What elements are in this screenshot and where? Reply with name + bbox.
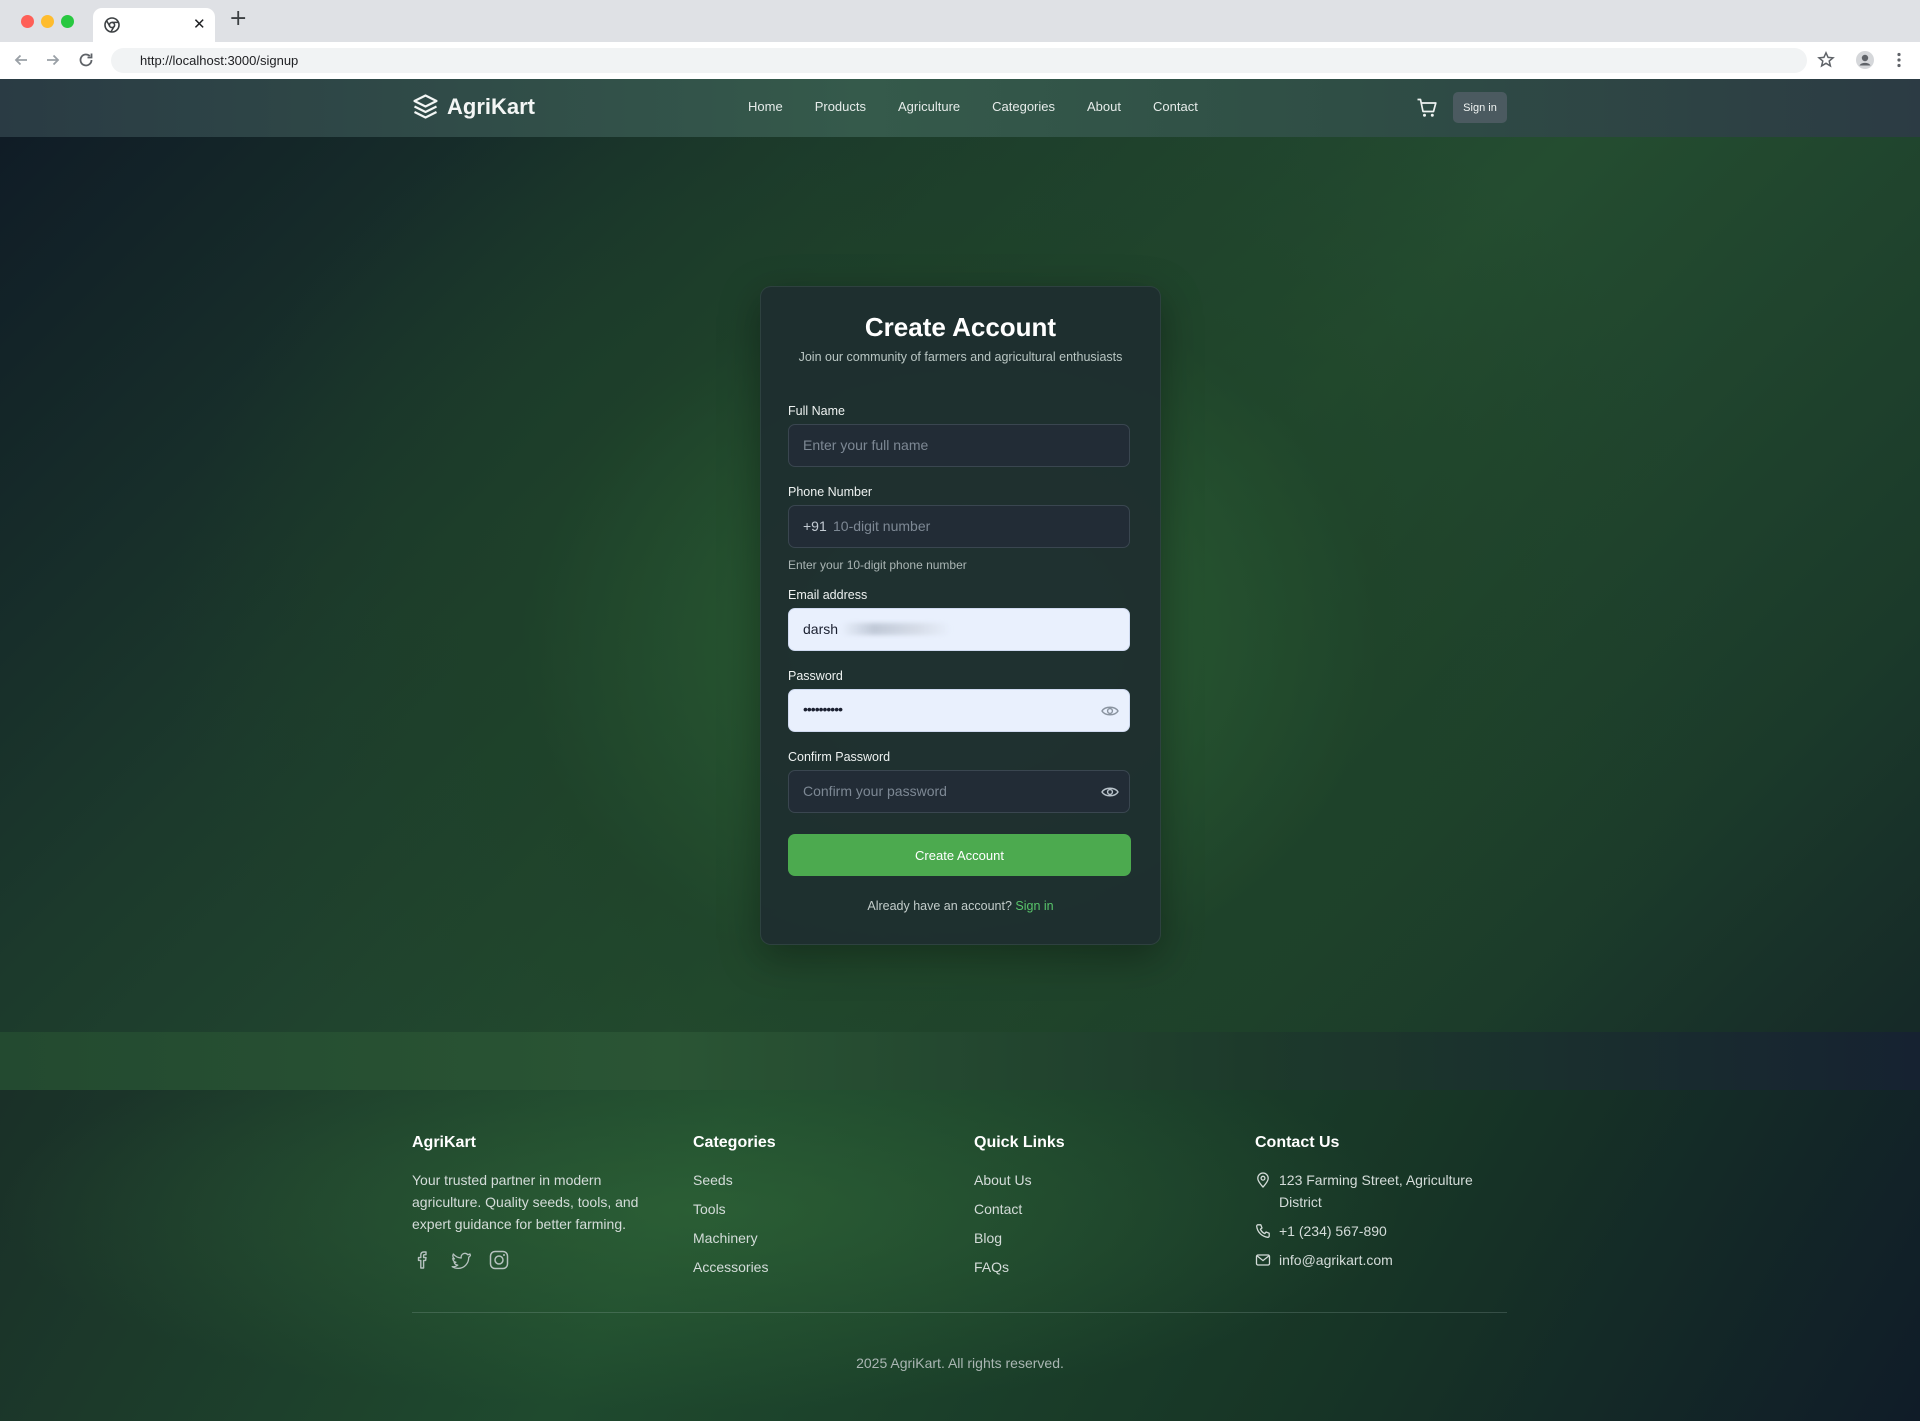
confirm-password-label: Confirm Password [788, 750, 891, 764]
phone-icon [1256, 1224, 1270, 1238]
contact-address: 123 Farming Street, Agriculture District [1279, 1172, 1473, 1210]
nav-contact[interactable]: Contact [1153, 99, 1198, 114]
email-input[interactable]: darsh [788, 608, 1130, 651]
location-icon [1257, 1172, 1269, 1188]
tab-close-icon[interactable]: ✕ [193, 15, 206, 33]
footer-category-tools[interactable]: Tools [693, 1198, 776, 1227]
header-signin-button[interactable]: Sign in [1453, 92, 1507, 123]
menu-icon[interactable] [1889, 50, 1909, 70]
contact-phone-row: +1 (234) 567-890 [1255, 1220, 1505, 1242]
full-name-input[interactable]: Enter your full name [788, 424, 1130, 467]
form-title: Create Account [864, 312, 1057, 342]
twitter-icon[interactable] [450, 1249, 472, 1271]
eye-icon[interactable] [1101, 784, 1119, 800]
contact-phone[interactable]: +1 (234) 567-890 [1279, 1220, 1387, 1242]
email-redaction [841, 623, 951, 635]
url-field[interactable]: http://localhost:3000/signup [111, 48, 1807, 73]
footer-category-seeds[interactable]: Seeds [693, 1169, 776, 1198]
url-text: http://localhost:3000/signup [140, 53, 299, 68]
email-label: Email address [788, 588, 868, 602]
page: AgriKart Home Products Agriculture Categ… [0, 79, 1920, 1421]
footer-categories-column: Categories Seeds Tools Machinery Accesso… [693, 1134, 776, 1285]
footer-brand-column: AgriKart Your trusted partner in modern … [412, 1134, 652, 1271]
nav-home[interactable]: Home [748, 99, 783, 114]
social-links [412, 1249, 652, 1271]
phone-hint: Enter your 10-digit phone number [788, 558, 967, 572]
window-maximize-button[interactable] [61, 15, 74, 28]
footer-categories-title: Categories [693, 1134, 776, 1151]
chrome-icon [104, 17, 120, 33]
browser-tab-bar: ✕ + [0, 0, 1920, 42]
contact-address-row: 123 Farming Street, Agriculture District [1255, 1169, 1505, 1213]
instagram-icon[interactable] [488, 1249, 510, 1271]
logo-text: AgriKart [447, 93, 536, 119]
confirm-password-input[interactable]: Confirm your password [788, 770, 1130, 813]
phone-placeholder: 10-digit number [833, 518, 931, 534]
mail-icon [1255, 1254, 1271, 1266]
footer-link-about-us[interactable]: About Us [974, 1169, 1065, 1198]
browser-tab[interactable]: ✕ [93, 8, 215, 42]
footer-contact-title: Contact Us [1255, 1134, 1340, 1151]
footer-brand-title: AgriKart [412, 1134, 477, 1151]
email-value: darsh [803, 621, 839, 637]
site-footer: AgriKart Your trusted partner in modern … [0, 1090, 1920, 1421]
contact-email[interactable]: info@agrikart.com [1279, 1249, 1393, 1271]
footer-link-faqs[interactable]: FAQs [974, 1256, 1065, 1285]
footer-contact-column: Contact Us 123 Farming Street, Agricultu… [1255, 1134, 1505, 1278]
footer-link-contact[interactable]: Contact [974, 1198, 1065, 1227]
cart-icon[interactable] [1416, 97, 1438, 119]
password-input[interactable]: •••••••••• [788, 689, 1130, 732]
reload-icon[interactable] [76, 50, 96, 70]
form-subtitle: Join our community of farmers and agricu… [798, 350, 1123, 364]
copyright: 2025 AgriKart. All rights reserved. [856, 1355, 1064, 1371]
footer-brand-description: Your trusted partner in modern agricultu… [412, 1172, 639, 1232]
nav-about[interactable]: About [1087, 99, 1121, 114]
window-minimize-button[interactable] [41, 15, 54, 28]
star-icon[interactable] [1816, 50, 1836, 70]
signin-link[interactable]: Sign in [1015, 899, 1053, 913]
footer-category-machinery[interactable]: Machinery [693, 1227, 776, 1256]
footer-link-blog[interactable]: Blog [974, 1227, 1065, 1256]
window-close-button[interactable] [21, 15, 34, 28]
signin-prompt: Already have an account? [867, 899, 1012, 913]
forward-icon[interactable] [43, 50, 63, 70]
main-nav: Home Products Agriculture Categories Abo… [748, 99, 1230, 114]
logo[interactable]: AgriKart [412, 93, 535, 120]
contact-email-row: info@agrikart.com [1255, 1249, 1505, 1271]
nav-categories[interactable]: Categories [992, 99, 1055, 114]
footer-category-accessories[interactable]: Accessories [693, 1256, 776, 1285]
site-header: AgriKart Home Products Agriculture Categ… [0, 79, 1920, 137]
footer-divider [412, 1312, 1507, 1313]
footer-quick-links-title: Quick Links [974, 1134, 1065, 1151]
full-name-placeholder: Enter your full name [803, 437, 929, 453]
nav-products[interactable]: Products [815, 99, 866, 114]
facebook-icon[interactable] [412, 1249, 434, 1271]
browser-address-bar: http://localhost:3000/signup [0, 42, 1920, 80]
footer-quick-links-column: Quick Links About Us Contact Blog FAQs [974, 1134, 1065, 1285]
nav-agriculture[interactable]: Agriculture [898, 99, 960, 114]
password-value: •••••••••• [803, 701, 843, 717]
back-icon[interactable] [11, 50, 31, 70]
logo-icon [413, 94, 438, 119]
profile-icon[interactable] [1855, 50, 1875, 70]
create-account-button[interactable]: Create Account [788, 834, 1131, 876]
section-band [0, 1032, 1920, 1090]
full-name-label: Full Name [788, 404, 845, 418]
new-tab-button[interactable]: + [229, 7, 247, 31]
phone-label: Phone Number [788, 485, 873, 499]
signup-card: Create Account Join our community of far… [760, 286, 1161, 945]
eye-icon[interactable] [1101, 703, 1119, 719]
password-label: Password [788, 669, 843, 683]
confirm-password-placeholder: Confirm your password [803, 783, 947, 799]
signin-prompt-line: Already have an account? Sign in [761, 899, 1160, 913]
phone-input[interactable]: +91 10-digit number [788, 505, 1130, 548]
phone-prefix: +91 [803, 518, 827, 534]
